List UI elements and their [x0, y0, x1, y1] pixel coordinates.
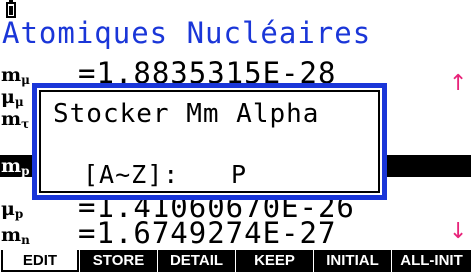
- f2-store-button[interactable]: STORE: [80, 250, 157, 272]
- scroll-up-arrow-icon: ↑: [449, 71, 468, 96]
- constant-symbol: mn: [1, 224, 30, 247]
- constant-value: =1.6749274E-27: [78, 216, 337, 250]
- calculator-screen: Atomiques Nucléaires mμ =1.8835315E-28 μ…: [0, 0, 471, 273]
- constant-row[interactable]: mn =1.6749274E-27: [0, 218, 471, 248]
- f4-keep-button[interactable]: KEEP: [236, 250, 313, 272]
- constant-symbol: mp: [1, 155, 30, 178]
- f1-edit-button[interactable]: EDIT: [1, 250, 79, 272]
- variable-prompt: [A~Z]:: [83, 160, 180, 189]
- variable-input[interactable]: P: [231, 160, 246, 190]
- constant-symbol: μp: [1, 198, 24, 221]
- constant-symbol: μμ: [1, 86, 24, 109]
- dialog-title: Stocker Mm Alpha: [53, 99, 320, 129]
- f3-detail-button[interactable]: DETAIL: [158, 250, 235, 272]
- f6-all-init-button[interactable]: ALL-INIT: [392, 250, 471, 272]
- f5-initial-button[interactable]: INITIAL: [314, 250, 391, 272]
- function-key-bar: EDIT STORE DETAIL KEEP INITIAL ALL-INIT: [0, 250, 471, 273]
- constant-symbol: mτ: [1, 108, 30, 131]
- page-title: Atomiques Nucléaires: [2, 16, 372, 50]
- constant-symbol: mμ: [1, 64, 30, 87]
- scroll-down-arrow-icon: ↓: [449, 219, 468, 244]
- store-dialog: Stocker Mm Alpha [A~Z]: P: [32, 83, 387, 200]
